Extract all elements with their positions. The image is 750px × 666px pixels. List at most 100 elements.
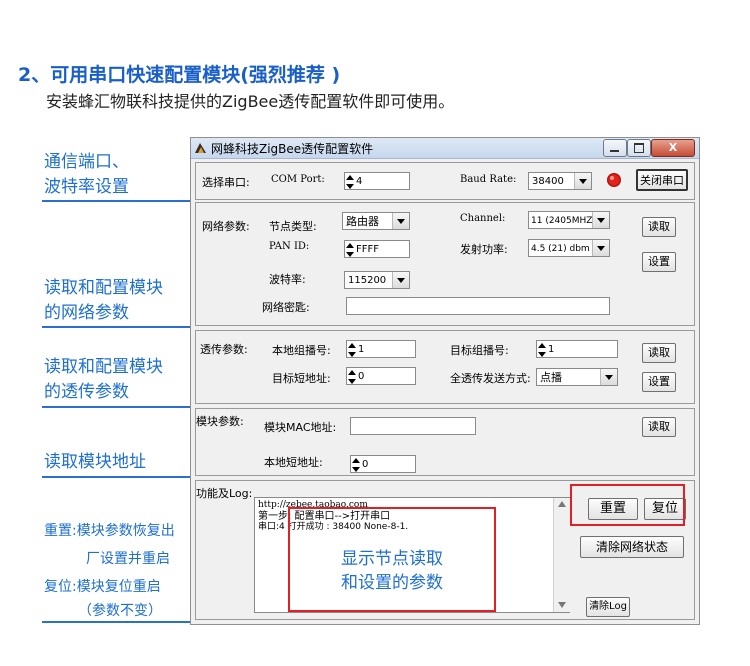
target-short-addr-value: 0 — [358, 371, 365, 382]
network-key-input[interactable] — [346, 297, 610, 315]
module-mac-value — [351, 421, 354, 432]
pan-id-spinner[interactable]: FFFF — [344, 240, 410, 258]
clear-log-button[interactable]: 清除Log — [586, 597, 630, 617]
local-group-spinner[interactable]: 1 — [346, 340, 416, 358]
local-short-addr-label: 本地短地址: — [264, 456, 323, 469]
reset-restart-highlight — [570, 484, 685, 526]
spinner-arrows-icon[interactable] — [348, 342, 356, 358]
send-mode-label: 全透传发送方式: — [450, 372, 531, 385]
send-mode-select[interactable]: 点播 — [536, 368, 618, 386]
serial-group: 选择串口: COM Port: 4 Baud Rate: 38400 关闭串口 — [195, 162, 695, 200]
clear-network-button[interactable]: 清除网络状态 — [580, 536, 684, 558]
module-mac-label: 模块MAC地址: — [264, 421, 337, 434]
label-reset-line2: 厂设置并重启 — [86, 551, 170, 567]
target-short-addr-label: 目标短地址: — [272, 372, 331, 385]
local-short-addr-value: 0 — [362, 459, 369, 470]
local-group-value: 1 — [358, 344, 365, 355]
chevron-down-icon[interactable] — [592, 240, 609, 256]
network-set-button[interactable]: 设置 — [642, 252, 676, 272]
minimize-icon — [610, 150, 619, 152]
com-port-value: 4 — [356, 176, 363, 187]
target-group-value: 1 — [548, 344, 555, 355]
label-network-line2: 的网络参数 — [44, 303, 129, 323]
target-group-label: 目标组播号: — [450, 344, 509, 357]
log-scrollbar[interactable] — [553, 498, 570, 612]
close-icon: X — [668, 141, 678, 154]
label-serial-line1: 通信端口、 — [44, 152, 129, 172]
pan-id-label: PAN ID: — [269, 241, 310, 252]
send-mode-value: 点播 — [540, 371, 562, 384]
spinner-arrows-icon[interactable] — [352, 457, 360, 473]
minimize-button[interactable] — [603, 139, 627, 157]
close-window-button[interactable]: X — [651, 139, 695, 157]
pan-id-value: FFFF — [356, 244, 380, 255]
transparent-read-button[interactable]: 读取 — [642, 343, 676, 363]
label-reset-line1: 重置:模块参数恢复出 — [44, 523, 175, 539]
target-group-spinner[interactable]: 1 — [536, 340, 618, 358]
network-key-label: 网络密匙: — [262, 301, 310, 314]
transparent-group: 透传参数: 本地组播号: 1 目标组播号: 1 读取 目标短地址: 0 全透传发… — [195, 330, 695, 404]
status-led-icon — [607, 173, 621, 187]
status-led-fill — [608, 174, 620, 186]
label-network-line1: 读取和配置模块 — [44, 278, 163, 298]
baud-rate-label: Baud Rate: — [460, 174, 517, 185]
log-annotation-line2: 和设置的参数 — [341, 573, 443, 593]
network-params-label: 网络参数: — [202, 220, 250, 233]
spinner-arrows-icon[interactable] — [346, 174, 354, 190]
label-network-params: 读取和配置模块 的网络参数 — [44, 276, 163, 326]
chevron-down-icon[interactable] — [600, 369, 617, 385]
maximize-icon — [634, 143, 644, 153]
log-section-label: 功能及Log: — [196, 487, 253, 500]
log-highlight: 显示节点读取 和设置的参数 — [288, 507, 496, 612]
network-baud-label: 波特率: — [269, 273, 306, 286]
baud-rate-value: 38400 — [532, 176, 564, 187]
channel-label: Channel: — [460, 213, 506, 224]
com-port-spinner[interactable]: 4 — [344, 172, 410, 190]
spinner-arrows-icon[interactable] — [348, 369, 356, 385]
network-read-button[interactable]: 读取 — [642, 217, 676, 237]
label-transparent-params: 读取和配置模块 的透传参数 — [44, 355, 163, 405]
transparent-params-label: 透传参数: — [200, 343, 248, 356]
network-baud-select[interactable]: 115200 — [344, 271, 410, 289]
label-transparent-line1: 读取和配置模块 — [44, 357, 163, 377]
log-annotation-text: 显示节点读取 和设置的参数 — [290, 547, 494, 595]
chevron-down-icon[interactable] — [574, 173, 591, 189]
local-group-label: 本地组播号: — [272, 344, 331, 357]
module-mac-input[interactable] — [350, 417, 476, 435]
scroll-down-icon[interactable] — [558, 602, 566, 608]
label-serial-settings: 通信端口、 波特率设置 — [44, 150, 129, 200]
label-module-address: 读取模块地址 — [44, 452, 146, 472]
chevron-down-icon[interactable] — [392, 213, 409, 229]
chevron-down-icon[interactable] — [392, 272, 409, 288]
node-type-label: 节点类型: — [269, 220, 317, 233]
tx-power-label: 发射功率: — [460, 243, 508, 256]
channel-select[interactable]: 11 (2405MHZ) — [528, 211, 610, 229]
section-heading: 2、可用串口快速配置模块(强烈推荐 ) — [18, 64, 341, 86]
node-type-select[interactable]: 路由器 — [342, 212, 410, 230]
chevron-down-icon[interactable] — [592, 212, 609, 228]
scroll-up-icon[interactable] — [558, 501, 566, 507]
baud-rate-select[interactable]: 38400 — [528, 172, 592, 190]
local-short-addr-spinner[interactable]: 0 — [350, 455, 416, 473]
network-baud-value: 115200 — [348, 275, 387, 286]
label-serial-line2: 波特率设置 — [44, 177, 129, 197]
channel-value: 11 (2405MHZ) — [531, 216, 596, 226]
node-type-value: 路由器 — [346, 215, 379, 228]
network-group: 网络参数: 节点类型: 路由器 Channel: 11 (2405MHZ) 读取… — [195, 202, 695, 326]
module-params-label: 模块参数: — [196, 415, 244, 428]
close-port-button[interactable]: 关闭串口 — [636, 169, 688, 191]
module-group: 模块参数: 模块MAC地址: 读取 本地短地址: 0 — [195, 408, 695, 476]
app-logo-icon — [195, 143, 206, 153]
tx-power-select[interactable]: 4.5 (21) dbm — [528, 239, 610, 257]
window-title: 网蜂科技ZigBee透传配置软件 — [211, 142, 374, 156]
network-key-value — [347, 301, 350, 312]
target-short-addr-spinner[interactable]: 0 — [346, 367, 416, 385]
log-annotation-line1: 显示节点读取 — [341, 549, 443, 569]
spinner-arrows-icon[interactable] — [346, 242, 354, 258]
module-read-button[interactable]: 读取 — [642, 417, 676, 437]
spinner-arrows-icon[interactable] — [538, 342, 546, 358]
label-transparent-line2: 的透传参数 — [44, 382, 129, 402]
com-port-label: COM Port: — [271, 174, 325, 185]
transparent-set-button[interactable]: 设置 — [642, 372, 676, 392]
maximize-button[interactable] — [627, 139, 651, 157]
